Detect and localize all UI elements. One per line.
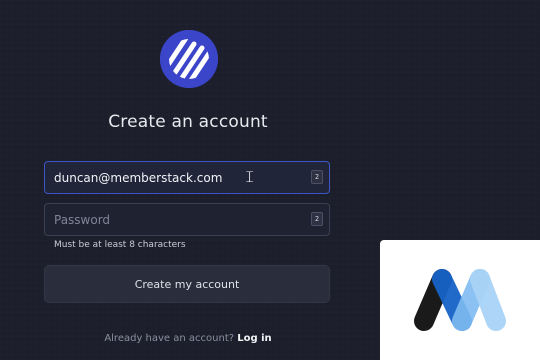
memberstack-logo-icon — [414, 269, 506, 331]
login-prompt-text: Already have an account? — [104, 333, 235, 344]
password-manager-badge: 2 — [314, 173, 320, 181]
password-input[interactable] — [54, 204, 299, 235]
page-title: Create an account — [108, 112, 268, 132]
login-link[interactable]: Log in — [237, 333, 271, 344]
email-input[interactable] — [54, 162, 299, 193]
password-manager-icon[interactable]: 2 — [311, 212, 323, 226]
password-manager-icon[interactable]: 2 — [311, 170, 323, 184]
email-field[interactable]: 2 — [44, 161, 330, 194]
app-logo-icon — [160, 30, 218, 88]
password-manager-badge: 2 — [314, 215, 320, 223]
password-hint: Must be at least 8 characters — [54, 240, 186, 250]
text-cursor-icon: 𝙸 — [244, 167, 256, 186]
brand-card — [380, 240, 540, 360]
login-prompt: Already have an account? Log in — [0, 333, 376, 344]
create-account-button[interactable]: Create my account — [44, 265, 330, 303]
password-field[interactable]: 2 — [44, 203, 330, 236]
